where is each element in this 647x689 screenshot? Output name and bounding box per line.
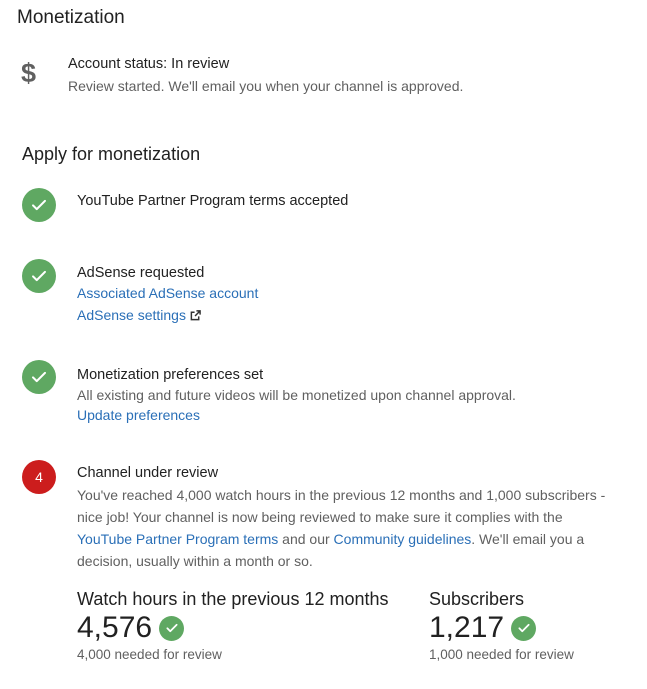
check-icon <box>511 615 537 641</box>
check-icon <box>22 259 56 293</box>
subscribers-label: Subscribers <box>429 589 525 609</box>
watch-hours-value-row: 4,576 <box>77 611 185 645</box>
step-terms-title: YouTube Partner Program terms accepted <box>77 193 349 209</box>
apply-heading: Apply for monetization <box>22 144 201 164</box>
update-preferences-link[interactable]: Update preferences <box>77 407 200 423</box>
adsense-settings-row: AdSense settings <box>77 307 201 324</box>
watch-hours-value: 4,576 <box>77 611 153 644</box>
step-preferences-title: Monetization preferences set <box>77 367 264 383</box>
step-number-badge: 4 <box>22 460 56 494</box>
adsense-settings-link[interactable]: AdSense settings <box>77 307 186 323</box>
step-adsense-title: AdSense requested <box>77 265 205 281</box>
watch-hours-note: 4,000 needed for review <box>77 647 222 662</box>
community-guidelines-link[interactable]: Community guidelines <box>334 531 472 547</box>
step-preferences-text: All existing and future videos will be m… <box>77 387 516 403</box>
associated-adsense-link[interactable]: Associated AdSense account <box>77 285 258 301</box>
external-link-icon[interactable] <box>190 308 201 324</box>
check-icon <box>22 188 56 222</box>
account-status-message: Review started. We'll email you when you… <box>68 78 464 94</box>
dollar-icon: $ <box>21 58 37 88</box>
check-icon <box>159 615 185 641</box>
subscribers-value-row: 1,217 <box>429 611 537 645</box>
check-icon <box>22 360 56 394</box>
step-review-title: Channel under review <box>77 465 219 481</box>
account-status: Account status: In review <box>68 56 230 72</box>
subscribers-note: 1,000 needed for review <box>429 647 574 662</box>
step-review-description: You've reached 4,000 watch hours in the … <box>77 487 606 569</box>
subscribers-value: 1,217 <box>429 611 505 644</box>
page-title: Monetization <box>17 7 125 28</box>
watch-hours-label: Watch hours in the previous 12 months <box>77 589 389 609</box>
partner-program-terms-link[interactable]: YouTube Partner Program terms <box>77 531 278 547</box>
